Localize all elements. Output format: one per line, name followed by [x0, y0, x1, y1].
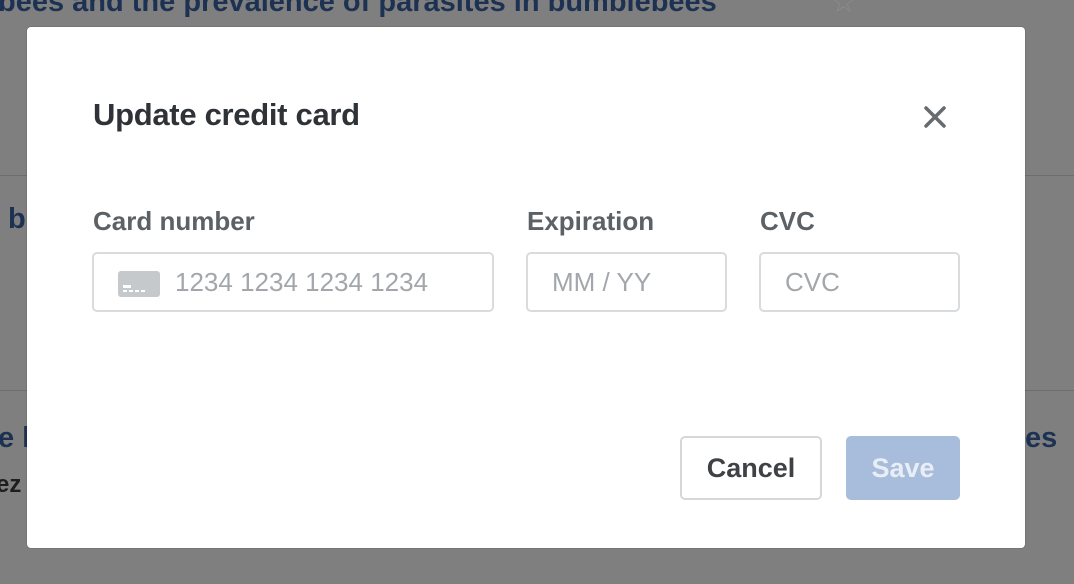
cvc-input[interactable]: [785, 254, 945, 310]
card-number-input[interactable]: [175, 254, 475, 310]
update-credit-card-dialog: Update credit card Card number Expiratio…: [27, 27, 1025, 548]
dialog-title: Update credit card: [93, 97, 360, 132]
cvc-label: CVC: [760, 206, 815, 236]
star-icon: ☆: [830, 0, 857, 19]
background-article-title: e l: [0, 422, 31, 454]
background-article-title: b: [8, 203, 26, 235]
expiration-label: Expiration: [527, 206, 655, 236]
card-number-field[interactable]: [92, 252, 494, 312]
expiration-input[interactable]: [552, 254, 712, 310]
card-number-label: Card number: [93, 206, 255, 236]
close-icon: [924, 106, 946, 128]
background-article-title: bees and the prevalence of parasites in …: [0, 0, 717, 18]
close-button[interactable]: [920, 102, 950, 132]
background-article-author: ez: [0, 471, 22, 498]
cancel-button[interactable]: Cancel: [680, 436, 822, 500]
credit-card-icon: [118, 271, 160, 297]
save-button[interactable]: Save: [846, 436, 960, 500]
expiration-field[interactable]: [526, 252, 727, 312]
background-article-title: es: [1025, 422, 1058, 454]
cvc-field[interactable]: [759, 252, 960, 312]
